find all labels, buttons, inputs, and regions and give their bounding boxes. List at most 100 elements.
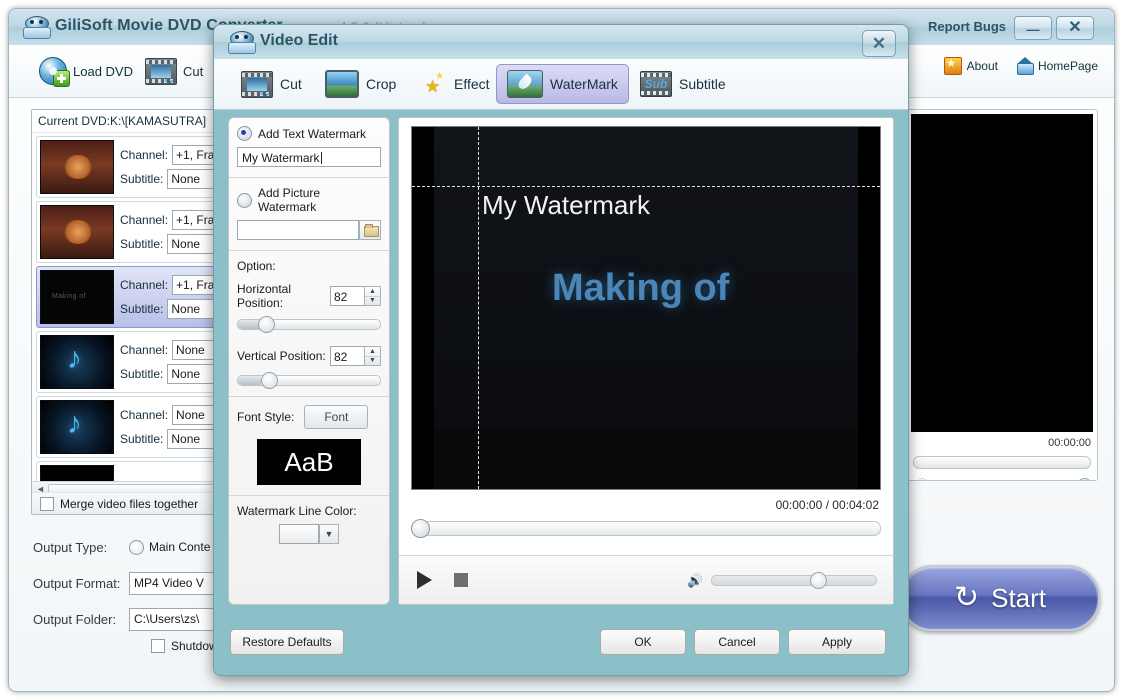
horizontal-spin-buttons[interactable]: ▲ ▼ (364, 286, 381, 306)
spin-down-icon[interactable]: ▼ (365, 297, 380, 306)
table-row[interactable]: Channel:None Subtitle:None (36, 331, 232, 393)
film-cut-icon: ✂ (145, 58, 177, 85)
spin-down-icon[interactable]: ▼ (365, 357, 380, 366)
horizontal-position-slider[interactable] (237, 319, 381, 330)
speaker-icon[interactable]: 🔊 (687, 574, 703, 587)
subtitle-label: Subtitle: (120, 237, 163, 251)
add-picture-watermark-radio[interactable] (237, 193, 252, 208)
table-row[interactable]: Channel:+1, Franca Subtitle:None (36, 136, 232, 198)
spin-up-icon[interactable]: ▲ (365, 287, 380, 297)
report-bugs-link[interactable]: Report Bugs (928, 19, 1006, 34)
output-type-radio[interactable] (129, 540, 144, 555)
play-button[interactable] (417, 571, 432, 589)
homepage-link[interactable]: HomePage (1016, 58, 1098, 74)
ok-button[interactable]: OK (600, 629, 686, 655)
font-button[interactable]: Font (304, 405, 368, 429)
text-caret (321, 152, 322, 164)
horizontal-position-value[interactable]: 82 (330, 286, 364, 306)
vertical-spin-buttons[interactable]: ▲ ▼ (364, 346, 381, 366)
thumbnail-label: Making of (52, 293, 86, 300)
table-row[interactable]: Channel:+1, Franca Subtitle:None (36, 201, 232, 263)
stop-button[interactable] (454, 573, 468, 587)
tab-effect[interactable]: Effect (410, 64, 501, 104)
main-preview-seekbar[interactable] (913, 456, 1091, 469)
preview-volume-slider[interactable] (711, 575, 877, 586)
horizontal-slider-knob[interactable] (258, 316, 275, 333)
vertical-slider-knob[interactable] (261, 372, 278, 389)
speaker-icon[interactable]: 🔊 (913, 479, 929, 482)
channel-label: Channel: (120, 278, 168, 292)
crop-icon (325, 70, 359, 98)
homepage-label: HomePage (1038, 59, 1098, 73)
volume-knob[interactable] (810, 572, 827, 589)
horizontal-position-stepper[interactable]: 82 ▲ ▼ (330, 286, 381, 306)
main-preview-volume-row: 🔊 (913, 474, 1091, 481)
vertical-position-value[interactable]: 82 (330, 346, 364, 366)
table-row[interactable]: Channel:None Subtitle:None (36, 396, 232, 458)
channel-label: Channel: (120, 148, 168, 162)
close-button[interactable]: ✕ (1056, 16, 1094, 40)
subtitle-label: Subtitle: (120, 432, 163, 446)
tab-watermark-label: WaterMark (550, 76, 618, 92)
start-button[interactable]: ↻ Start (900, 565, 1100, 631)
add-text-watermark-radio[interactable] (237, 126, 252, 141)
tab-watermark[interactable]: WaterMark (496, 64, 629, 104)
watermark-text-input[interactable]: My Watermark (237, 147, 381, 167)
seek-knob[interactable] (411, 519, 430, 538)
minimize-button[interactable]: — (1014, 16, 1052, 40)
table-row[interactable]: Channel:None (36, 461, 232, 482)
dialog-logo-icon (228, 31, 254, 53)
shutdown-checkbox[interactable] (151, 639, 165, 653)
video-edit-dialog: Video Edit ✕ ✂ Cut Crop Effect WaterMark… (213, 24, 909, 676)
channel-label: Channel: (120, 213, 168, 227)
apply-button[interactable]: Apply (788, 629, 886, 655)
current-dvd-label: Current DVD:K:\[KAMASUTRA] (32, 110, 236, 133)
cancel-button[interactable]: Cancel (694, 629, 780, 655)
dvd-list[interactable]: Channel:+1, Franca Subtitle:None Channel… (32, 133, 236, 482)
merge-videos-row[interactable]: Merge video files together (32, 492, 236, 514)
minimize-icon: — (1015, 17, 1051, 39)
toolbar-load-dvd[interactable]: Load DVD (31, 54, 141, 88)
watermark-line-color-label: Watermark Line Color: (237, 504, 381, 518)
chevron-down-icon[interactable]: ▼ (319, 524, 339, 544)
table-row-selected[interactable]: Making of Channel:+1, Franca Subtitle:No… (36, 266, 232, 328)
thumbnail (40, 465, 114, 482)
tab-subtitle[interactable]: Sub Subtitle (629, 64, 737, 104)
output-format-label: Output Format: (33, 576, 129, 591)
vertical-position-row: Vertical Position: 82 ▲ ▼ (237, 346, 381, 366)
main-preview-video[interactable] (911, 114, 1093, 432)
home-icon (1016, 58, 1033, 74)
tab-effect-label: Effect (454, 76, 490, 92)
browse-button[interactable] (359, 220, 381, 240)
add-text-watermark-row[interactable]: Add Text Watermark (237, 126, 381, 141)
watermark-line-color-picker[interactable]: ▼ (279, 524, 339, 544)
color-swatch[interactable] (279, 524, 319, 544)
tab-crop[interactable]: Crop (314, 64, 407, 104)
vertical-position-stepper[interactable]: 82 ▲ ▼ (330, 346, 381, 366)
font-style-label: Font Style: (237, 410, 294, 424)
app-logo-icon (23, 16, 49, 38)
video-preview[interactable]: My Watermark Making of (411, 126, 881, 490)
dialog-title: Video Edit (260, 32, 338, 50)
spin-up-icon[interactable]: ▲ (365, 347, 380, 357)
add-picture-watermark-row[interactable]: Add Picture Watermark (237, 186, 381, 214)
option-label: Option: (237, 259, 381, 273)
watermark-overlay-text: My Watermark (482, 190, 650, 221)
picture-path-input[interactable] (237, 220, 359, 240)
main-preview-volume-slider[interactable] (935, 480, 1091, 481)
font-style-group: Font Style: Font AaB (229, 397, 389, 496)
toolbar-cut[interactable]: ✂ Cut (137, 54, 211, 88)
dialog-close-button[interactable]: ✕ (862, 30, 896, 57)
restore-defaults-button[interactable]: Restore Defaults (230, 629, 344, 655)
about-link[interactable]: About (944, 57, 998, 75)
merge-checkbox[interactable] (40, 497, 54, 511)
volume-knob[interactable] (1077, 478, 1092, 481)
tab-cut[interactable]: ✂ Cut (230, 64, 313, 104)
toolbar-cut-label: Cut (183, 64, 203, 79)
dialog-tabbar: ✂ Cut Crop Effect WaterMark Sub Subtitle (214, 59, 908, 110)
vertical-position-slider[interactable] (237, 375, 381, 386)
subtitle-film-icon: Sub (640, 71, 672, 97)
preview-seekbar[interactable] (411, 521, 881, 536)
thumbnail (40, 335, 114, 389)
vertical-position-label: Vertical Position: (237, 349, 326, 363)
